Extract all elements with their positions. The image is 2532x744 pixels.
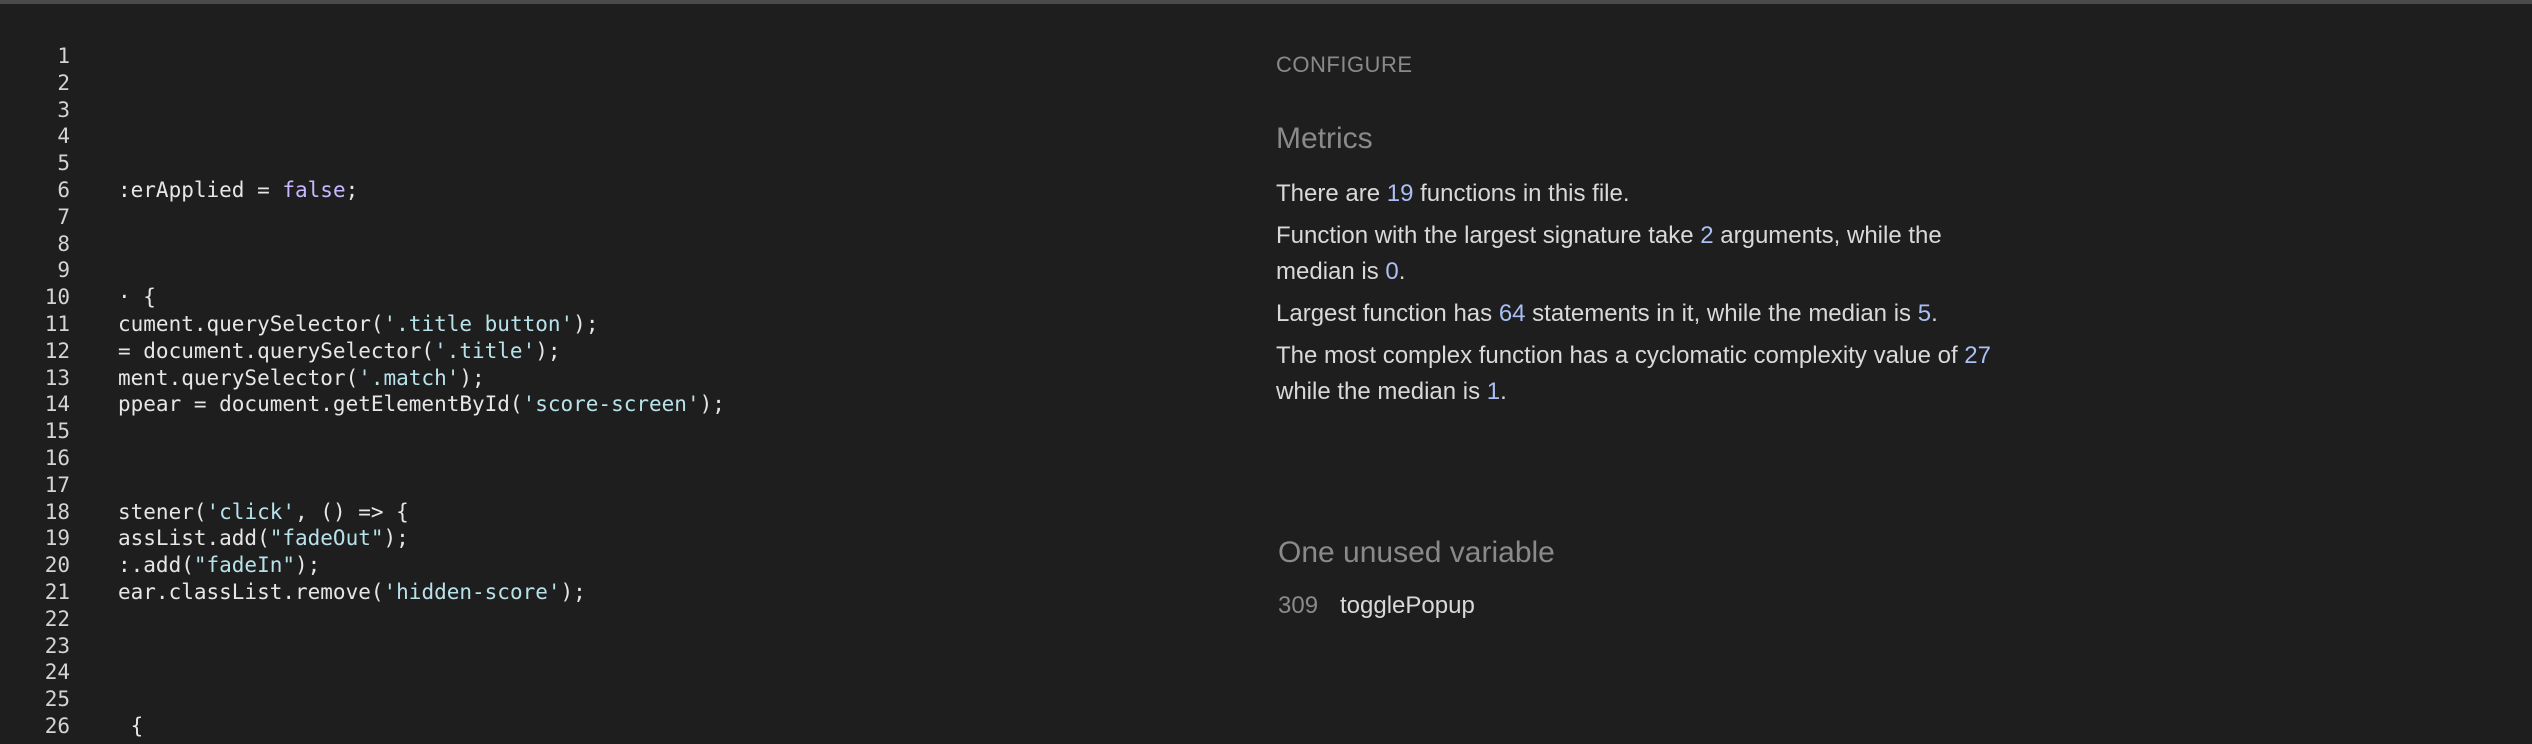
line-number: 7 bbox=[57, 204, 70, 229]
line-code: ment.querySelector('.match'); bbox=[118, 365, 485, 392]
string-token: 'click' bbox=[206, 499, 296, 524]
code-token: ); bbox=[295, 553, 321, 578]
code-token: { bbox=[118, 714, 144, 738]
line-number: 21 bbox=[44, 580, 70, 604]
line-code: { bbox=[118, 713, 144, 740]
metric-largest-function: Largest function has 64 statements in it… bbox=[1276, 296, 1996, 332]
string-token: "fadeIn" bbox=[193, 553, 296, 578]
code-token: ment.querySelector( bbox=[118, 365, 359, 390]
string-token: '.title' bbox=[434, 338, 536, 363]
line-number: 26 bbox=[44, 714, 70, 738]
line-code: :.add("fadeIn"); bbox=[118, 552, 320, 579]
code-token: = document.querySelector( bbox=[118, 338, 435, 363]
line-number: 20 bbox=[44, 553, 70, 578]
metric-number: 64 bbox=[1498, 300, 1526, 327]
metric-text-part: . bbox=[1500, 378, 1507, 405]
line-code: :erApplied = false; bbox=[118, 177, 358, 204]
code-token: , () => { bbox=[295, 499, 409, 524]
metric-text-part: Largest function has bbox=[1276, 300, 1499, 327]
line-code: assList.add("fadeOut"); bbox=[118, 525, 409, 552]
configure-link[interactable]: CONFIGURE bbox=[1276, 52, 1413, 78]
code-token: · { bbox=[118, 285, 156, 310]
metric-text-part: statements in it, while the median is bbox=[1525, 300, 1918, 327]
unused-variable-item[interactable]: 309 togglePopup bbox=[1278, 590, 1475, 622]
metric-text-part: . bbox=[1398, 258, 1406, 285]
line-number: 8 bbox=[57, 231, 70, 256]
line-number: 24 bbox=[44, 660, 70, 685]
metric-number: 0 bbox=[1385, 258, 1399, 285]
string-token: "fadeOut" bbox=[269, 526, 384, 551]
string-token: '.match' bbox=[358, 365, 460, 390]
line-number: 11 bbox=[44, 312, 70, 336]
metric-number: 1 bbox=[1486, 378, 1501, 405]
line-number: 9 bbox=[57, 258, 70, 283]
string-token: 'hidden-score' bbox=[383, 580, 561, 604]
metric-signature: Function with the largest signature take… bbox=[1276, 218, 1996, 290]
metric-complexity: The most complex function has a cyclomat… bbox=[1276, 338, 1996, 410]
line-number: 3 bbox=[57, 97, 70, 122]
line-code: stener('click', () => { bbox=[118, 499, 409, 526]
line-number: 6 bbox=[57, 178, 70, 202]
metric-text-part: while the median is bbox=[1276, 378, 1487, 405]
string-token: 'score-screen' bbox=[522, 392, 700, 417]
line-number: 18 bbox=[44, 499, 70, 524]
line-code: ppear = document.getElementById('score-s… bbox=[118, 391, 725, 418]
code-token: ); bbox=[459, 365, 485, 390]
code-token: ear.classList.remove( bbox=[118, 580, 384, 604]
metric-number: 27 bbox=[1964, 342, 1991, 369]
line-number: 12 bbox=[44, 338, 70, 363]
line-number: 1 bbox=[57, 44, 70, 68]
line-number: 15 bbox=[44, 419, 70, 444]
unused-variable-name: togglePopup bbox=[1340, 592, 1475, 619]
code-editor[interactable]: 1 2 3 4 5 6:erApplied = false; 7 8 9 10 · {11 cumen… bbox=[0, 4, 1250, 744]
code-token: :erApplied = bbox=[118, 178, 283, 202]
line-code: · { bbox=[118, 284, 156, 311]
keyword-token: false bbox=[282, 178, 346, 202]
code-token: ; bbox=[345, 178, 359, 202]
code-token: assList.add( bbox=[118, 526, 270, 551]
line-number: 17 bbox=[44, 472, 70, 497]
metric-number: 2 bbox=[1700, 222, 1714, 249]
metric-text-part: functions in this file. bbox=[1413, 180, 1630, 207]
unused-variable-line-number: 309 bbox=[1278, 592, 1319, 619]
code-token: :.add( bbox=[118, 553, 194, 578]
line-number: 16 bbox=[44, 446, 70, 470]
line-code: cument.querySelector('.title button'); bbox=[118, 311, 598, 338]
line-number: 4 bbox=[57, 124, 70, 149]
line-number: 5 bbox=[57, 151, 70, 176]
line-code: = document.querySelector('.title'); bbox=[118, 338, 561, 365]
metrics-title: Metrics bbox=[1276, 122, 1373, 155]
code-token: ); bbox=[699, 392, 725, 417]
line-number: 25 bbox=[44, 687, 70, 712]
metric-text-part: The most complex function has a cyclomat… bbox=[1276, 342, 1965, 369]
code-token: ); bbox=[560, 580, 586, 604]
code-token: stener( bbox=[118, 499, 207, 524]
line-number: 19 bbox=[44, 526, 70, 551]
metric-text-part: There are bbox=[1276, 180, 1387, 207]
code-token: ); bbox=[383, 526, 409, 551]
unused-variables-title: One unused variable bbox=[1278, 536, 1555, 569]
line-number: 10 bbox=[44, 285, 70, 310]
string-token: '.title button' bbox=[383, 312, 574, 336]
metric-number: 19 bbox=[1386, 180, 1414, 207]
line-number: 23 bbox=[44, 633, 70, 658]
code-token: cument.querySelector( bbox=[118, 312, 384, 336]
code-token: ); bbox=[535, 338, 561, 363]
line-number: 22 bbox=[44, 606, 70, 631]
metric-number: 5 bbox=[1917, 300, 1932, 327]
code-token: ); bbox=[573, 312, 599, 336]
line-code: ear.classList.remove('hidden-score'); bbox=[118, 579, 586, 606]
metrics-panel: CONFIGURE Metrics There are 19 functions… bbox=[1276, 0, 2036, 744]
line-number: 13 bbox=[44, 365, 70, 390]
line-number: 14 bbox=[44, 392, 70, 417]
code-token: ppear = document.getElementById( bbox=[118, 392, 523, 417]
metric-function-count: There are 19 functions in this file. bbox=[1276, 176, 1996, 212]
line-number: 2 bbox=[57, 70, 70, 95]
metric-text-part: . bbox=[1931, 300, 1938, 327]
metric-text-part: Function with the largest signature take bbox=[1276, 222, 1701, 249]
